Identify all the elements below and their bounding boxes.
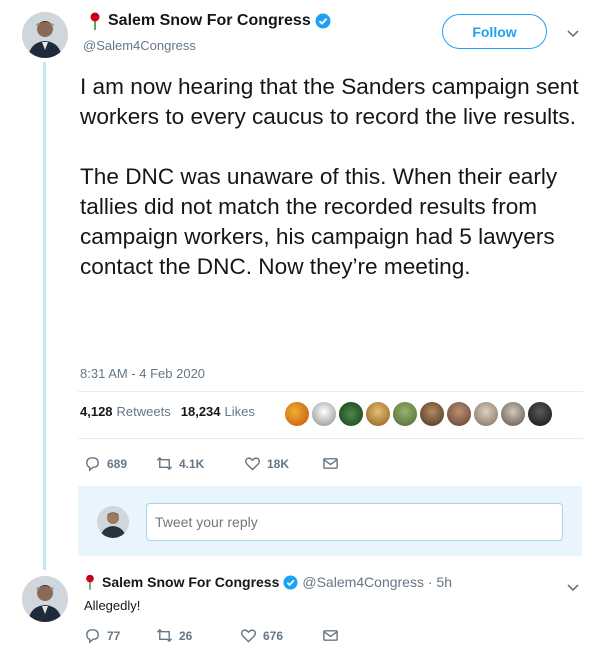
- reply-author-display-name[interactable]: Salem Snow For Congress: [102, 574, 279, 590]
- reply-actions: 77 26 676: [84, 627, 345, 644]
- verified-icon: [283, 574, 298, 590]
- verified-icon: [315, 13, 331, 29]
- liker-avatar[interactable]: [419, 401, 445, 427]
- direct-message-button[interactable]: [322, 455, 345, 472]
- heart-icon: [244, 457, 261, 471]
- reply-icon: [86, 457, 99, 472]
- follow-button[interactable]: Follow: [442, 14, 547, 49]
- liker-avatar[interactable]: [365, 401, 391, 427]
- current-user-avatar: [97, 506, 129, 538]
- divider: [78, 391, 583, 392]
- reply-author-row: Salem Snow For Congress @Salem4Congress …: [84, 574, 452, 590]
- liker-avatar[interactable]: [527, 401, 553, 427]
- liker-avatar[interactable]: [500, 401, 526, 427]
- message-icon: [323, 458, 338, 469]
- tweet-text: I am now hearing that the Sanders campai…: [80, 72, 590, 282]
- rose-icon: [90, 12, 100, 30]
- liker-avatar[interactable]: [446, 401, 472, 427]
- retweet-count: 26: [179, 628, 193, 643]
- author-name-row: Salem Snow For Congress: [88, 12, 331, 30]
- rose-icon: [86, 574, 94, 590]
- tweet-timestamp[interactable]: 8:31 AM - 4 Feb 2020: [80, 366, 205, 381]
- tweet-text-paragraph: I am now hearing that the Sanders campai…: [80, 74, 579, 129]
- retweet-count: 4.1K: [179, 456, 205, 471]
- thread-line: [43, 62, 46, 570]
- chevron-down-icon[interactable]: [566, 26, 580, 40]
- retweet-icon: [156, 628, 173, 643]
- retweets-label[interactable]: Retweets: [117, 404, 171, 419]
- likes-count[interactable]: 18,234: [181, 404, 221, 419]
- reply-button[interactable]: 77: [84, 627, 156, 644]
- author-display-name[interactable]: Salem Snow For Congress: [108, 12, 311, 30]
- direct-message-button[interactable]: [322, 627, 345, 644]
- retweets-count[interactable]: 4,128: [80, 404, 113, 419]
- like-count: 18K: [267, 456, 290, 471]
- liker-avatar[interactable]: [392, 401, 418, 427]
- retweet-button[interactable]: 4.1K: [156, 455, 244, 472]
- reply-handle-time[interactable]: @Salem4Congress · 5h: [302, 574, 452, 590]
- retweet-icon: [156, 456, 173, 471]
- liker-avatar[interactable]: [473, 401, 499, 427]
- liker-avatar[interactable]: [338, 401, 364, 427]
- like-button[interactable]: 18K: [244, 455, 322, 472]
- liker-avatar[interactable]: [311, 401, 337, 427]
- reply-button[interactable]: 689: [84, 455, 156, 472]
- tweet-actions: 689 4.1K 18K: [84, 455, 345, 472]
- reply-author-avatar[interactable]: [22, 576, 68, 622]
- reply-icon: [86, 629, 99, 644]
- chevron-down-icon[interactable]: [566, 580, 580, 594]
- reply-count: 689: [107, 456, 128, 471]
- liker-avatars: [284, 401, 554, 427]
- likes-label[interactable]: Likes: [225, 404, 255, 419]
- avatar[interactable]: [22, 12, 68, 58]
- message-icon: [323, 630, 338, 641]
- engagement-stats: 4,128 Retweets 18,234 Likes: [80, 404, 265, 419]
- reply-text: Allegedly!: [84, 598, 141, 613]
- liker-avatar[interactable]: [284, 401, 310, 427]
- reply-count: 77: [107, 628, 121, 643]
- divider: [78, 438, 583, 439]
- like-count: 676: [263, 628, 284, 643]
- retweet-button[interactable]: 26: [156, 627, 240, 644]
- tweet-text-paragraph: The DNC was unaware of this. When their …: [80, 164, 558, 279]
- reply-input[interactable]: [146, 503, 563, 541]
- like-button[interactable]: 676: [240, 627, 322, 644]
- author-handle[interactable]: @Salem4Congress: [83, 38, 196, 53]
- heart-icon: [240, 629, 257, 643]
